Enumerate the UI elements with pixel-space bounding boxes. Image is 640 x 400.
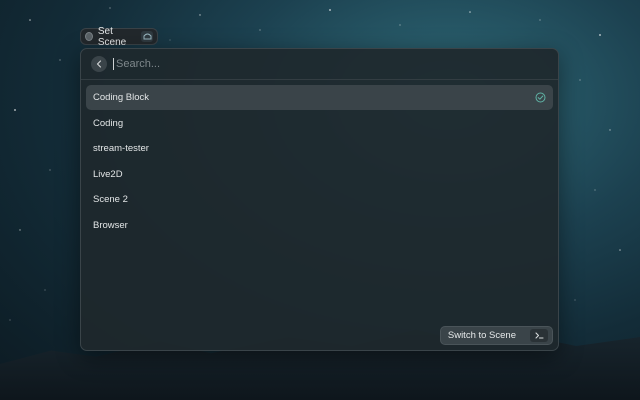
list-item[interactable]: stream-tester [86,136,553,161]
switch-to-scene-button[interactable]: Switch to Scene [439,326,553,345]
extension-title: Set Scene [97,25,127,48]
extension-title-pill: Set Scene [80,25,158,48]
list-item[interactable]: Browser [86,213,553,238]
list-item-label: stream-tester [93,143,149,155]
action-footer: Switch to Scene [439,326,553,345]
list-item[interactable]: Scene 2 [86,187,553,212]
list-item-label: Coding Block [93,92,149,103]
list-item-label: Scene 2 [93,194,128,206]
switch-to-scene-label: Switch to Scene [447,330,516,341]
search-bar [81,49,558,80]
list-item[interactable]: Coding [86,111,553,136]
list-item-label: Coding [93,117,124,129]
extension-icon [141,31,153,42]
list-item-label: Live2D [93,168,123,180]
list-item[interactable]: Live2D [86,162,553,187]
chevron-left-icon[interactable] [91,56,107,72]
search-input[interactable] [113,58,548,70]
scene-list: Coding Block Coding stream-tester Live2D… [81,80,558,238]
check-circle-icon [535,92,546,103]
command-panel: Coding Block Coding stream-tester Live2D… [80,48,559,351]
list-item[interactable]: Coding Block [86,85,553,110]
app-icon [85,32,93,41]
enter-key-icon [530,329,548,342]
list-item-label: Browser [93,219,128,231]
